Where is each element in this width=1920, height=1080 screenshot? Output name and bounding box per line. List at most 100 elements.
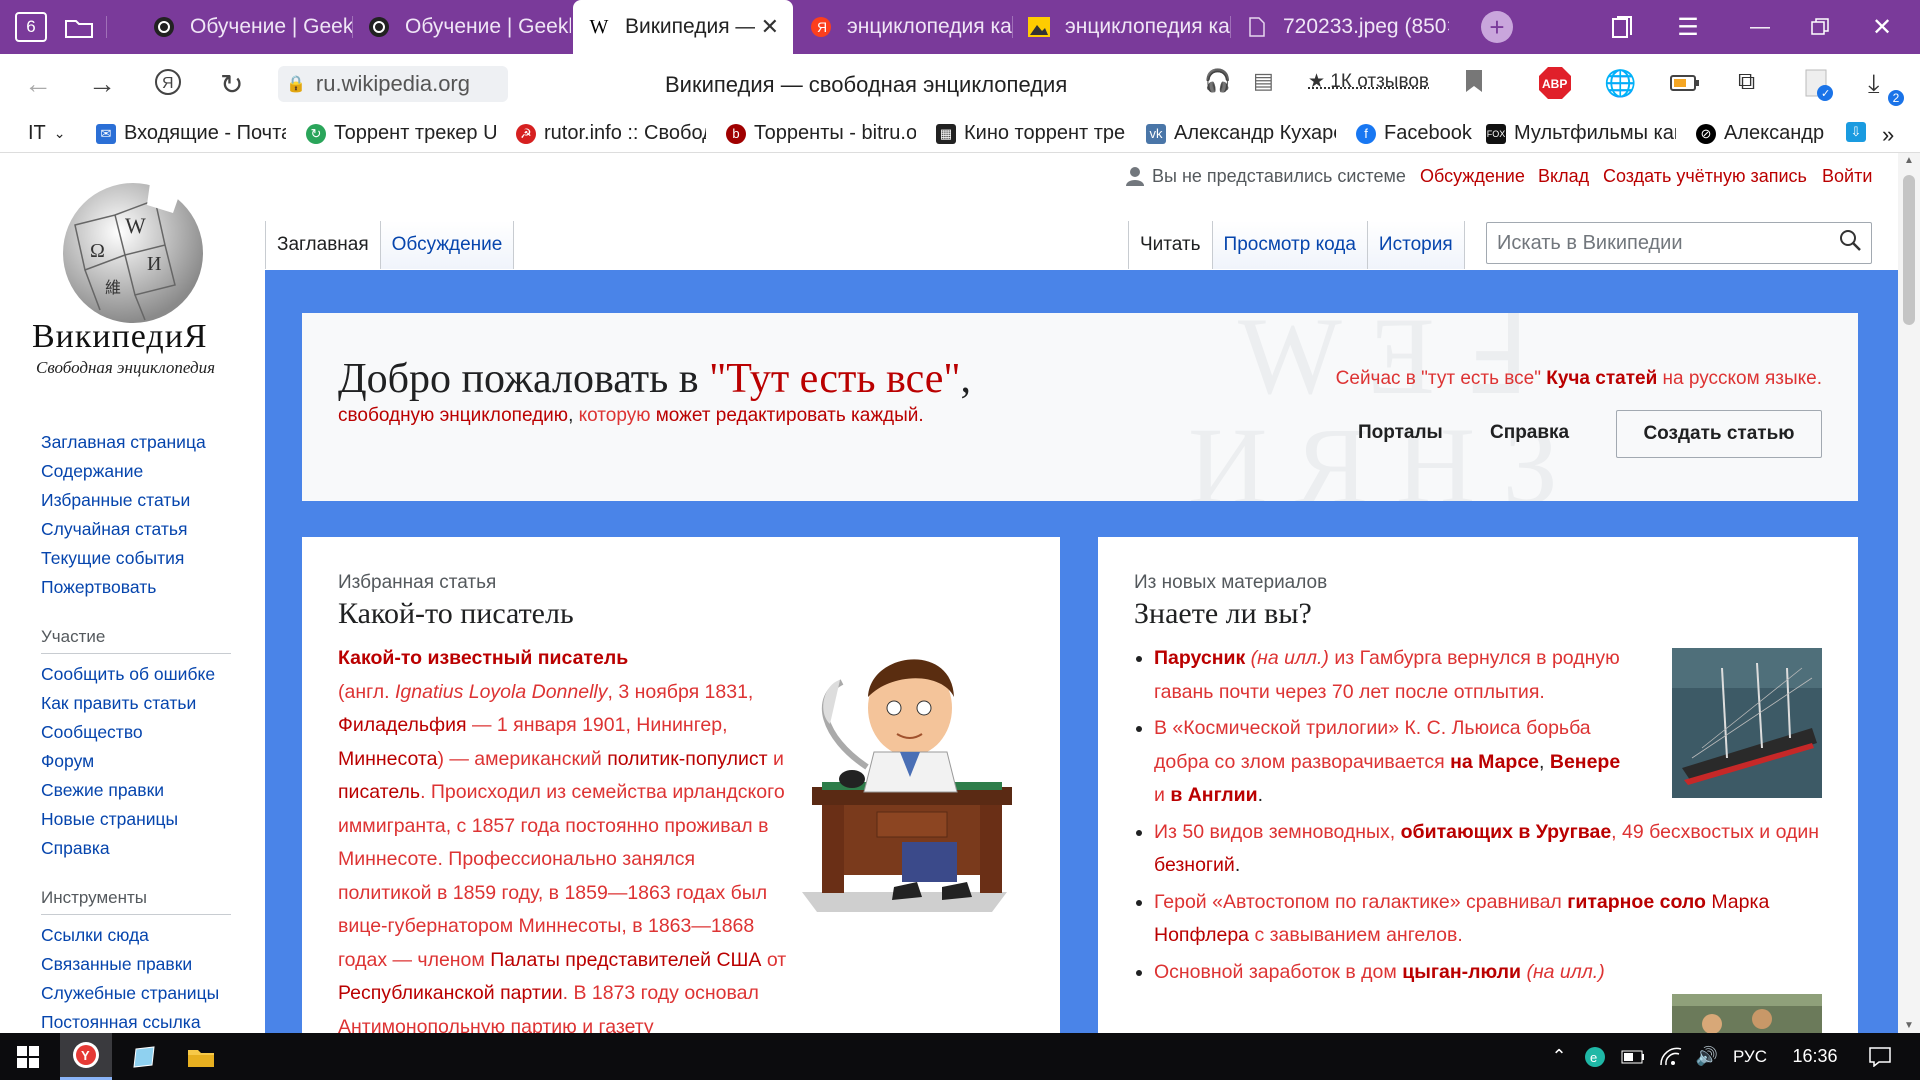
nav-how-to-edit[interactable]: Как править статьи [41, 693, 196, 714]
nav-recent-changes[interactable]: Свежие правки [41, 780, 164, 801]
uruguay-link[interactable]: обитающих в Уругвае [1401, 821, 1612, 843]
downloads-icon[interactable]: ⤓ [1868, 68, 1880, 100]
nav-main-page[interactable]: Заглавная страница [41, 432, 206, 453]
scrollbar-thumb[interactable] [1903, 175, 1915, 325]
restore-icon[interactable] [1800, 8, 1840, 46]
nav-community[interactable]: Сообщество [41, 722, 143, 743]
sailboat-link[interactable]: Парусник [1154, 647, 1245, 669]
battery-icon[interactable] [1618, 1033, 1648, 1080]
tab-view-source[interactable]: Просмотр кода [1211, 221, 1367, 269]
keyboard-language[interactable]: РУС [1728, 1033, 1772, 1080]
scroll-down-icon[interactable]: ▼ [1904, 1020, 1914, 1031]
article-count-link[interactable]: Куча статей [1546, 368, 1657, 389]
bookmark-extra-icon[interactable]: ⇩ [1846, 122, 1874, 142]
tab-counter-button[interactable]: 6 [12, 8, 50, 46]
sailing-ship-image[interactable] [1672, 648, 1822, 798]
nav-donate[interactable]: Пожертвовать [41, 577, 156, 598]
minnesota-link[interactable]: Миннесота [338, 748, 437, 770]
tab-geekbrains-2[interactable]: Обучение | Geekbrains [353, 0, 571, 54]
venus-link[interactable]: Венере [1550, 751, 1620, 773]
portals-link[interactable]: Порталы [1358, 422, 1443, 444]
reviews-link[interactable]: ★ 1К отзывов [1308, 70, 1429, 93]
tab-wikipedia[interactable]: W Википедия — свободная энциклопедия ✕ [573, 0, 793, 54]
bookmark-alexandr[interactable]: ⊘ Александр [1696, 122, 1836, 145]
wifi-icon[interactable] [1656, 1033, 1686, 1080]
bookmark-folder-it[interactable]: IT ⌄ [28, 122, 66, 145]
nav-new-pages[interactable]: Новые страницы [41, 809, 178, 830]
help-link[interactable]: Справка [1490, 422, 1569, 444]
bookmark-bitru[interactable]: b Торренты - bitru.org [726, 122, 916, 145]
headphones-icon[interactable]: 🎧 [1204, 68, 1231, 94]
nav-related-changes[interactable]: Связанные правки [41, 954, 192, 975]
create-account-link[interactable]: Создать учётную запись [1603, 166, 1807, 187]
new-tab-button[interactable]: + [1478, 8, 1516, 46]
page-scrollbar[interactable]: ▲ ▼ [1898, 153, 1920, 1033]
tab-yandex-images[interactable]: энциклопедия картинка [1013, 0, 1231, 54]
close-tab-icon[interactable]: ✕ [761, 14, 779, 40]
featured-article-link[interactable]: Какой-то известный писатель [338, 647, 628, 669]
nav-report-error[interactable]: Сообщить об ошибке [41, 664, 215, 685]
menu-icon[interactable]: ☰ [1668, 8, 1708, 46]
party-link[interactable]: Республиканской партии [338, 982, 563, 1004]
create-article-button[interactable]: Создать статью [1616, 410, 1822, 458]
nav-random[interactable]: Случайная статья [41, 519, 188, 540]
collections-icon[interactable] [1602, 8, 1642, 46]
guitar-solo-link[interactable]: гитарное соло [1567, 891, 1706, 913]
which-link[interactable]: которую [579, 405, 651, 426]
edge-tray-icon[interactable]: e [1580, 1033, 1610, 1080]
bookmark-vk[interactable]: vk Александр Кухаренко [1146, 122, 1336, 145]
scroll-up-icon[interactable]: ▲ [1904, 155, 1914, 166]
reload-icon[interactable]: ↻ [220, 68, 243, 101]
welcome-title-link[interactable]: "Тут есть все" [709, 356, 960, 402]
england-link[interactable]: в Англии [1170, 784, 1257, 806]
more-bookmarks-icon[interactable]: » [1882, 122, 1894, 148]
tab-yandex-search[interactable]: Я энциклопедия картинка [795, 0, 1013, 54]
dyk-link[interactable]: с завыванием ангелов. [1254, 924, 1462, 946]
tab-discussion[interactable]: Обсуждение [379, 221, 515, 269]
windows-start-icon[interactable] [8, 1033, 48, 1080]
nav-featured[interactable]: Избранные статьи [41, 490, 190, 511]
bookmark-rutor[interactable]: ☭ rutor.info :: Свободный [516, 122, 706, 145]
user-talk-link[interactable]: Обсуждение [1420, 166, 1525, 187]
free-encyclopedia-link[interactable]: свободную энциклопедию [338, 405, 568, 426]
search-icon[interactable] [1839, 229, 1861, 257]
extension-icon[interactable]: ✓ [1804, 68, 1834, 108]
url-field[interactable]: 🔒 ru.wikipedia.org [278, 66, 508, 102]
close-window-icon[interactable]: ✕ [1862, 8, 1902, 46]
nav-permanent-link[interactable]: Постоянная ссылка [41, 1012, 201, 1033]
minimize-icon[interactable]: — [1740, 8, 1780, 46]
clock[interactable]: 16:36 [1780, 1033, 1850, 1080]
login-link[interactable]: Войти [1822, 166, 1872, 187]
show-hidden-icons[interactable]: ⌃ [1544, 1033, 1574, 1080]
globe-icon[interactable]: 🌐 [1604, 68, 1636, 99]
people-image[interactable] [1672, 994, 1822, 1033]
tab-jpeg[interactable]: 720233.jpeg (850×... [1231, 0, 1449, 54]
tab-geekbrains-1[interactable]: Обучение | Geekbrains [138, 0, 353, 54]
user-contrib-link[interactable]: Вклад [1538, 166, 1589, 187]
file-explorer-taskbar-icon[interactable] [176, 1033, 226, 1080]
translate-icon[interactable]: ⧉ [1738, 68, 1755, 96]
legless-link[interactable]: безногий [1154, 854, 1235, 876]
nav-what-links-here[interactable]: Ссылки сюда [41, 925, 149, 946]
adblock-icon[interactable]: ABP [1538, 66, 1572, 106]
tab-groups-icon[interactable] [60, 8, 98, 46]
volume-icon[interactable]: 🔊 [1692, 1033, 1722, 1080]
action-center-icon[interactable] [1860, 1033, 1900, 1080]
nav-contents[interactable]: Содержание [41, 461, 143, 482]
house-link[interactable]: Палаты представителей США [490, 949, 761, 971]
bookmark-icon[interactable] [1464, 68, 1484, 100]
yandex-home-icon[interactable]: Я [154, 68, 182, 103]
bookmark-facebook[interactable]: f Facebook [1356, 122, 1486, 145]
nav-current-events[interactable]: Текущие события [41, 548, 184, 569]
tab-history[interactable]: История [1366, 221, 1465, 269]
bookmark-kino[interactable]: ▦ Кино торрент трекер [936, 122, 1126, 145]
notepad-taskbar-icon[interactable] [120, 1033, 170, 1080]
lyuli-link[interactable]: цыган-люли [1402, 961, 1521, 983]
mars-link[interactable]: на Марсе [1450, 751, 1539, 773]
wiki-search-input[interactable]: Искать в Википедии [1486, 222, 1872, 264]
bookmark-mail[interactable]: ✉ Входящие - Почта Mail.ru [96, 122, 286, 145]
nav-help[interactable]: Справка [41, 838, 110, 859]
writer-link[interactable]: писатель [338, 781, 420, 803]
reader-mode-icon[interactable]: ▤ [1253, 68, 1274, 94]
politician-link[interactable]: политик-популист [607, 748, 767, 770]
